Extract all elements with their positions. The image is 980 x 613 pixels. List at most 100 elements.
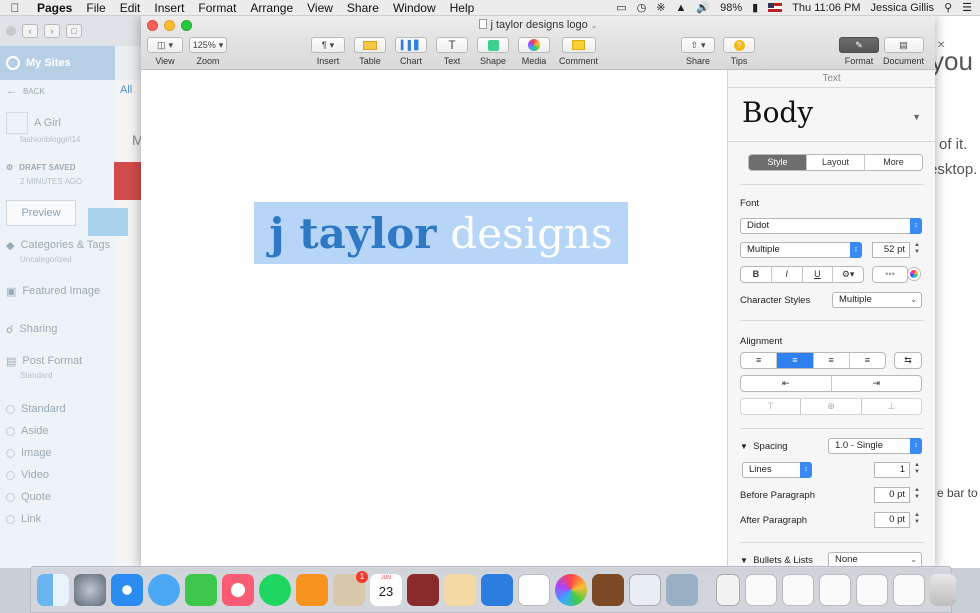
font-size-field[interactable]: 52 pt bbox=[872, 242, 910, 258]
align-right-button[interactable]: ≡ bbox=[814, 353, 850, 368]
before-paragraph-field[interactable]: 0 pt bbox=[874, 487, 910, 503]
typeface-select[interactable]: Multiple ↕ bbox=[740, 242, 862, 258]
numbers-icon[interactable] bbox=[518, 573, 550, 606]
share-button[interactable]: ⇧ ▾ bbox=[681, 37, 715, 53]
wifi-icon[interactable]: ▲ bbox=[676, 2, 687, 14]
align-bottom-button[interactable]: ⊥ bbox=[862, 399, 921, 414]
minimized-window-3-icon[interactable] bbox=[819, 573, 851, 606]
tab-more[interactable]: More bbox=[865, 155, 922, 170]
align-top-button[interactable]: ⊤ bbox=[741, 399, 802, 414]
justify-button[interactable]: ≡ bbox=[850, 353, 885, 368]
document-tool[interactable]: ▤ Document bbox=[883, 37, 924, 66]
spotify-icon[interactable] bbox=[259, 573, 291, 606]
text-button[interactable]: T bbox=[436, 37, 468, 53]
zoom-select[interactable]: 125% ▾ bbox=[189, 37, 227, 53]
radio[interactable] bbox=[6, 404, 15, 414]
color-wheel-icon[interactable] bbox=[908, 268, 920, 280]
italic-button[interactable]: I bbox=[772, 267, 803, 282]
menu-window[interactable]: Window bbox=[386, 1, 443, 15]
minimized-window-5-icon[interactable] bbox=[893, 573, 925, 606]
line-spacing-field[interactable]: 1 bbox=[874, 462, 910, 478]
media-button[interactable] bbox=[518, 37, 550, 53]
trash-icon[interactable] bbox=[930, 573, 956, 606]
insert-button[interactable]: ¶ ▾ bbox=[311, 37, 345, 53]
align-middle-button[interactable]: ⊕ bbox=[801, 399, 862, 414]
minimized-window-4-icon[interactable] bbox=[856, 573, 888, 606]
media-tool[interactable]: Media bbox=[518, 37, 550, 66]
back-nav-icon[interactable]: ‹ bbox=[22, 24, 38, 38]
radio[interactable] bbox=[6, 470, 15, 480]
after-paragraph-stepper[interactable]: ▲ ▼ bbox=[913, 512, 921, 528]
comment-tool[interactable]: Comment bbox=[559, 37, 598, 66]
document-canvas[interactable]: j taylor designs bbox=[141, 70, 727, 568]
user-name[interactable]: Jessica Gillis bbox=[870, 2, 934, 14]
menu-share[interactable]: Share bbox=[340, 1, 386, 15]
time-machine-icon[interactable]: ◷ bbox=[637, 1, 647, 14]
underline-button[interactable]: U bbox=[803, 267, 834, 282]
menu-insert[interactable]: Insert bbox=[147, 1, 191, 15]
minimized-window-1-icon[interactable] bbox=[745, 573, 777, 606]
share-tool[interactable]: ⇧ ▾ Share bbox=[681, 37, 715, 66]
photo-stamp-icon[interactable]: 1 bbox=[333, 570, 368, 606]
menu-format[interactable]: Format bbox=[191, 1, 243, 15]
logo-text-secondary[interactable]: designs bbox=[450, 209, 612, 258]
text-tool[interactable]: T Text bbox=[436, 37, 468, 66]
bluetooth-icon[interactable]: ※ bbox=[656, 1, 665, 14]
align-left-button[interactable]: ≡ bbox=[741, 353, 778, 368]
facetime-icon[interactable] bbox=[185, 573, 217, 606]
comment-button[interactable] bbox=[561, 37, 596, 53]
menu-edit[interactable]: Edit bbox=[113, 1, 148, 15]
tab-layout[interactable]: Layout bbox=[807, 155, 865, 170]
table-button[interactable] bbox=[354, 37, 386, 53]
paragraph-style-picker[interactable]: Body ▼ bbox=[728, 88, 935, 142]
menu-help[interactable]: Help bbox=[443, 1, 482, 15]
text-color-button[interactable]: ••• bbox=[873, 267, 907, 282]
align-center-button[interactable]: ≡ bbox=[777, 353, 814, 368]
finder-icon[interactable] bbox=[37, 573, 69, 606]
image-capture-icon[interactable] bbox=[666, 573, 698, 606]
apple-icon[interactable]:  bbox=[0, 1, 30, 15]
decrease-indent-button[interactable]: ⇤ bbox=[741, 376, 832, 391]
text-direction-button[interactable]: ⇆ bbox=[895, 353, 921, 368]
line-spacing-stepper[interactable]: ▲ ▼ bbox=[913, 462, 921, 478]
selected-logo-text[interactable]: j taylor designs bbox=[254, 202, 628, 264]
document-button[interactable]: ▤ bbox=[883, 37, 924, 53]
format-button[interactable]: ✎ bbox=[839, 37, 879, 53]
logo-text-primary[interactable]: j taylor bbox=[269, 209, 436, 258]
minimized-window-2-icon[interactable] bbox=[782, 573, 814, 606]
format-aside[interactable]: Aside bbox=[0, 420, 115, 442]
text-options-button[interactable]: ⚙▾ bbox=[833, 267, 863, 282]
font-size-stepper[interactable]: ▲ ▼ bbox=[913, 242, 921, 258]
format-tool[interactable]: ✎ Format bbox=[839, 37, 879, 66]
view-tool[interactable]: ◫ ▾ View bbox=[147, 37, 183, 66]
view-button[interactable]: ◫ ▾ bbox=[147, 37, 183, 53]
radio[interactable] bbox=[6, 514, 15, 524]
notification-center-icon[interactable]: ☰ bbox=[962, 1, 972, 14]
document-file-icon[interactable] bbox=[716, 573, 740, 606]
menu-arrange[interactable]: Arrange bbox=[243, 1, 300, 15]
photos-icon[interactable] bbox=[555, 573, 587, 606]
bold-button[interactable]: B bbox=[741, 267, 772, 282]
chevron-down-icon[interactable]: ▼ bbox=[912, 112, 921, 122]
before-paragraph-stepper[interactable]: ▲ ▼ bbox=[913, 487, 921, 503]
preview-button[interactable]: Preview bbox=[6, 200, 76, 226]
battery-status[interactable]: 98% bbox=[720, 2, 742, 14]
tips-button[interactable]: ? bbox=[723, 37, 755, 53]
tips-tool[interactable]: ? Tips bbox=[723, 37, 755, 66]
calendar-icon[interactable]: 23 bbox=[370, 573, 402, 606]
chart-tool[interactable]: ▍▌▋ Chart bbox=[395, 37, 427, 66]
battery-icon[interactable]: ▮ bbox=[752, 1, 758, 14]
table-tool[interactable]: Table bbox=[354, 37, 386, 66]
format-image[interactable]: Image bbox=[0, 442, 115, 464]
bullets-section-label[interactable]: ▼ Bullets & Lists bbox=[740, 555, 813, 566]
tab-style[interactable]: Style bbox=[749, 155, 807, 170]
safari-icon[interactable] bbox=[111, 573, 143, 606]
format-standard[interactable]: Standard bbox=[0, 398, 115, 420]
publish-button-fragment[interactable] bbox=[88, 208, 128, 236]
clock[interactable]: Thu 11:06 PM bbox=[792, 2, 860, 14]
launchpad-icon[interactable] bbox=[74, 573, 106, 606]
preview-icon[interactable] bbox=[629, 573, 661, 606]
sharing[interactable]: ☌ Sharing bbox=[0, 318, 115, 340]
my-sites-link[interactable]: My Sites bbox=[26, 57, 71, 69]
font-family-select[interactable]: Didot ↕ bbox=[740, 218, 922, 234]
